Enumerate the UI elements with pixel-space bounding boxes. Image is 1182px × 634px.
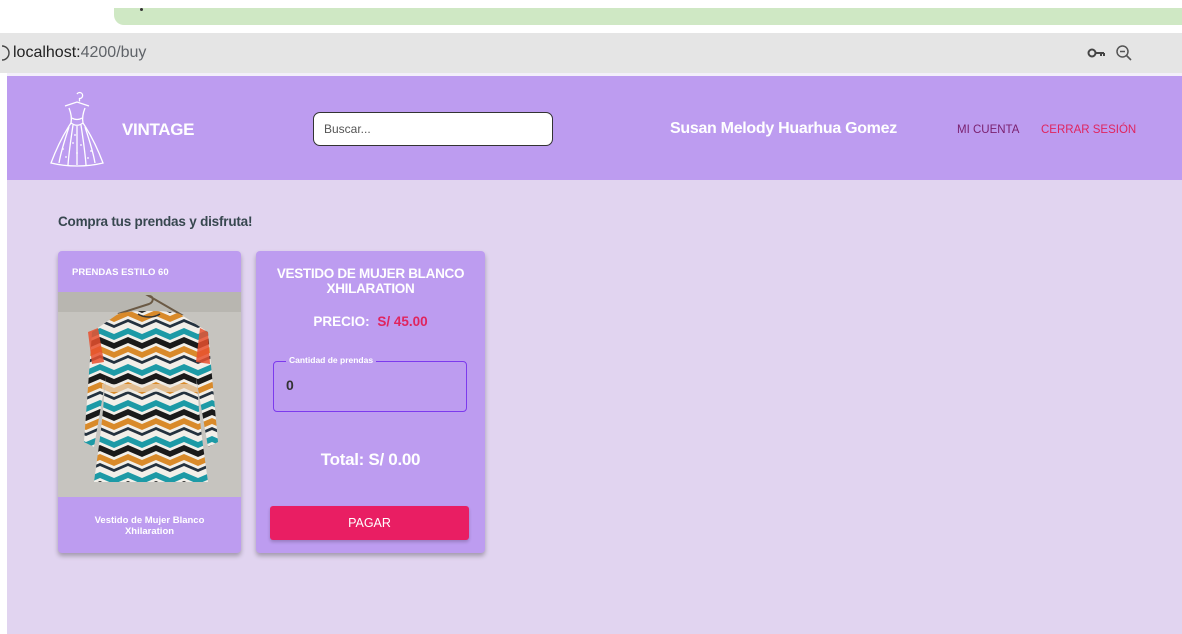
- address-bar[interactable]: localhost:4200/buy: [0, 33, 1182, 73]
- url-path: 4200/buy: [80, 44, 147, 61]
- price-label: PRECIO:: [313, 314, 370, 329]
- user-name: Susan Melody Huarhua Gomez: [670, 120, 897, 137]
- quantity-label: Cantidad de prendas: [286, 355, 377, 365]
- quantity-field[interactable]: Cantidad de prendas: [273, 355, 467, 412]
- purchase-card: VESTIDO DE MUJER BLANCO XHILARATION PREC…: [256, 251, 485, 553]
- notification-dot: [140, 8, 143, 11]
- price-row: PRECIO: S/ 45.00: [256, 314, 485, 329]
- zoom-out-icon[interactable]: [1115, 44, 1133, 62]
- url-text[interactable]: localhost:4200/buy: [13, 44, 146, 62]
- pay-button[interactable]: PAGAR: [270, 506, 469, 540]
- page-subtitle: Compra tus prendas y disfruta!: [58, 214, 253, 229]
- url-host: localhost:: [13, 44, 81, 61]
- price-value: S/ 45.00: [377, 314, 428, 329]
- product-card[interactable]: PRENDAS ESTILO 60 Vestido de Mujer Blanc…: [58, 251, 241, 553]
- logout-link[interactable]: CERRAR SESIÓN: [1041, 124, 1136, 136]
- page-info-icon[interactable]: [0, 45, 10, 61]
- quantity-input[interactable]: [286, 377, 446, 393]
- dress-logo-icon[interactable]: [47, 91, 107, 167]
- key-icon[interactable]: [1086, 45, 1106, 61]
- total-amount: Total: S/ 0.00: [320, 450, 421, 469]
- dress-photo: [58, 292, 241, 497]
- my-account-link[interactable]: MI CUENTA: [957, 124, 1019, 136]
- app-header: VINTAGE Susan Melody Huarhua Gomez MI CU…: [7, 76, 1182, 180]
- product-card-title: PRENDAS ESTILO 60: [72, 267, 169, 278]
- product-caption: Vestido de Mujer Blanco Xhilaration: [94, 515, 205, 537]
- search-input[interactable]: [313, 112, 553, 146]
- app-page: VINTAGE Susan Melody Huarhua Gomez MI CU…: [7, 76, 1182, 634]
- notification-bar: [114, 8, 1182, 25]
- product-image[interactable]: [58, 292, 241, 497]
- brand-name[interactable]: VINTAGE: [122, 120, 195, 140]
- purchase-title: VESTIDO DE MUJER BLANCO XHILARATION: [276, 266, 465, 296]
- browser-top-strip: [0, 0, 1182, 33]
